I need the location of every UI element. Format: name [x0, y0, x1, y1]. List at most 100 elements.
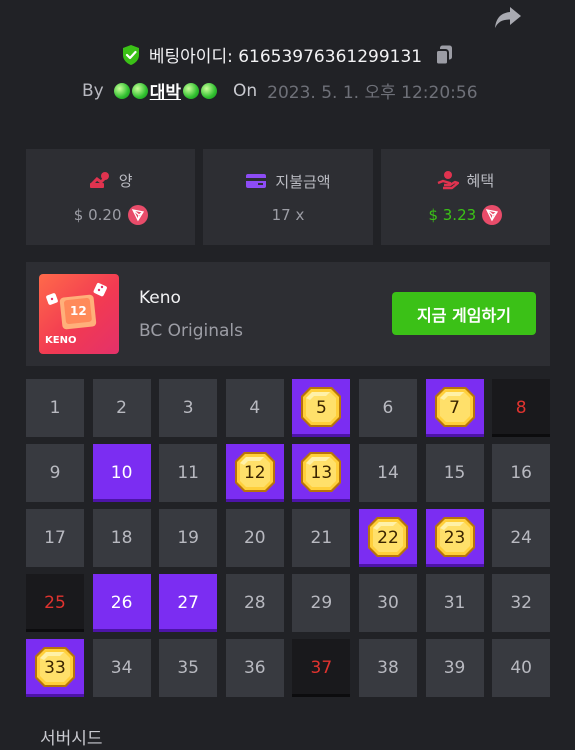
keno-cell[interactable]: 15 — [425, 444, 484, 502]
keno-cell-number: 10 — [110, 463, 133, 483]
keno-cell-number: 4 — [249, 398, 261, 418]
keno-cell-number: 24 — [510, 528, 532, 548]
keno-cell-number: 23 — [443, 528, 466, 548]
keno-cell[interactable]: 3 — [159, 379, 218, 437]
keno-cell-number: 26 — [110, 593, 133, 613]
keno-cell-number: 20 — [243, 528, 266, 548]
keno-cell[interactable]: 23 — [425, 509, 484, 567]
keno-cell-number: 34 — [110, 658, 133, 678]
keno-cell-number: 35 — [177, 658, 199, 678]
keno-cell[interactable]: 12 — [225, 444, 284, 502]
bet-author-row: By 대박 On 2023. 5. 1. 오후 12:20:56 — [82, 78, 478, 104]
gift-hand-icon — [437, 171, 459, 190]
keno-cell-number: 12 — [243, 463, 266, 483]
bet-id-row: 베팅아이디: 61653976361299131 — [0, 42, 575, 67]
copy-icon[interactable] — [434, 44, 454, 66]
keno-cell[interactable]: 24 — [492, 509, 551, 567]
keno-cell-number: 18 — [110, 528, 133, 548]
keno-cell-number: 1 — [49, 398, 61, 418]
stat-payout-label: 지불금액 — [275, 172, 331, 191]
tron-icon — [482, 204, 503, 225]
keno-cell[interactable]: 16 — [492, 444, 551, 502]
keno-cell-number: 14 — [377, 463, 399, 483]
game-provider: BC Originals — [139, 321, 244, 341]
keno-cell-number: 19 — [177, 528, 199, 548]
keno-cell[interactable]: 26 — [92, 574, 151, 632]
keno-cell[interactable]: 20 — [225, 509, 284, 567]
keno-cell[interactable]: 31 — [425, 574, 484, 632]
tron-icon — [127, 204, 148, 225]
keno-cell[interactable]: 25 — [26, 574, 84, 632]
green-dot-icon — [131, 82, 148, 99]
keno-cell[interactable]: 32 — [492, 574, 551, 632]
game-name[interactable]: Keno — [139, 288, 181, 308]
keno-cell[interactable]: 35 — [159, 639, 218, 697]
keno-cell[interactable]: 4 — [225, 379, 284, 437]
keno-cell-number: 38 — [377, 658, 399, 678]
thumb-number: 12 — [70, 304, 87, 318]
keno-cell-number: 8 — [515, 398, 527, 418]
bet-date: 2023. 5. 1. 오후 12:20:56 — [267, 83, 478, 103]
keno-cell[interactable]: 34 — [92, 639, 151, 697]
keno-cell-number: 7 — [449, 398, 460, 418]
keno-cell[interactable]: 13 — [292, 444, 351, 502]
keno-cell[interactable]: 38 — [358, 639, 417, 697]
keno-cell[interactable]: 10 — [92, 444, 151, 502]
stat-amount-label: 양 — [118, 171, 133, 190]
keno-cell-number: 22 — [377, 528, 399, 548]
keno-cell-number: 9 — [49, 463, 61, 483]
share-icon[interactable] — [493, 4, 523, 30]
keno-cell-number: 13 — [310, 463, 333, 483]
keno-cell[interactable]: 30 — [358, 574, 417, 632]
keno-cell-number: 29 — [310, 593, 333, 613]
keno-cell-number: 33 — [44, 658, 66, 678]
keno-cell[interactable]: 5 — [292, 379, 351, 437]
keno-cell-number: 17 — [44, 528, 66, 548]
keno-cell-number: 31 — [443, 593, 466, 613]
coins-icon — [89, 172, 109, 188]
keno-cell-number: 28 — [243, 593, 266, 613]
keno-cell-number: 11 — [177, 463, 199, 483]
stat-profit-label: 혜택 — [466, 171, 495, 190]
keno-cell-number: 27 — [177, 593, 199, 613]
keno-cell-number: 21 — [310, 528, 333, 548]
keno-cell[interactable]: 2 — [92, 379, 151, 437]
on-label: On — [233, 80, 258, 101]
keno-cell[interactable]: 11 — [159, 444, 218, 502]
keno-cell[interactable]: 18 — [92, 509, 151, 567]
stat-amount: 양 $ 0.20 — [26, 149, 196, 245]
keno-cell[interactable]: 9 — [26, 444, 84, 502]
keno-cell[interactable]: 39 — [425, 639, 484, 697]
bet-stats: 양 $ 0.20 지불금액 17 x 혜택 $ 3.23 — [26, 149, 550, 245]
keno-cell[interactable]: 21 — [292, 509, 351, 567]
keno-cell-number: 39 — [443, 658, 466, 678]
keno-cell[interactable]: 17 — [26, 509, 84, 567]
keno-cell-number: 3 — [182, 398, 194, 418]
user-name: 대박 — [149, 83, 182, 103]
keno-cell[interactable]: 7 — [425, 379, 484, 437]
keno-cell[interactable]: 6 — [358, 379, 417, 437]
keno-thumbnail[interactable]: 12 KENO — [39, 274, 119, 354]
keno-cell[interactable]: 27 — [159, 574, 218, 632]
keno-cell[interactable]: 14 — [358, 444, 417, 502]
keno-cell-number: 32 — [510, 593, 532, 613]
keno-cell-number: 37 — [310, 658, 333, 678]
keno-cell[interactable]: 37 — [292, 639, 351, 697]
keno-cell[interactable]: 22 — [358, 509, 417, 567]
keno-cell[interactable]: 40 — [492, 639, 551, 697]
bet-id: 베팅아이디: 61653976361299131 — [148, 47, 423, 67]
keno-cell[interactable]: 8 — [492, 379, 551, 437]
user-link[interactable]: 대박 — [113, 78, 218, 103]
keno-cell[interactable]: 28 — [225, 574, 284, 632]
keno-cell[interactable]: 36 — [225, 639, 284, 697]
keno-cell[interactable]: 29 — [292, 574, 351, 632]
keno-cell[interactable]: 1 — [26, 379, 84, 437]
keno-cell[interactable]: 33 — [26, 639, 84, 697]
green-dot-icon — [183, 82, 200, 99]
keno-cell[interactable]: 19 — [159, 509, 218, 567]
server-seed-label: 서버시드 — [40, 729, 103, 749]
shield-check-icon — [122, 44, 139, 65]
keno-cell-number: 36 — [243, 658, 266, 678]
keno-cell-number: 5 — [315, 398, 327, 418]
play-now-button[interactable]: 지금 게임하기 — [392, 292, 536, 335]
